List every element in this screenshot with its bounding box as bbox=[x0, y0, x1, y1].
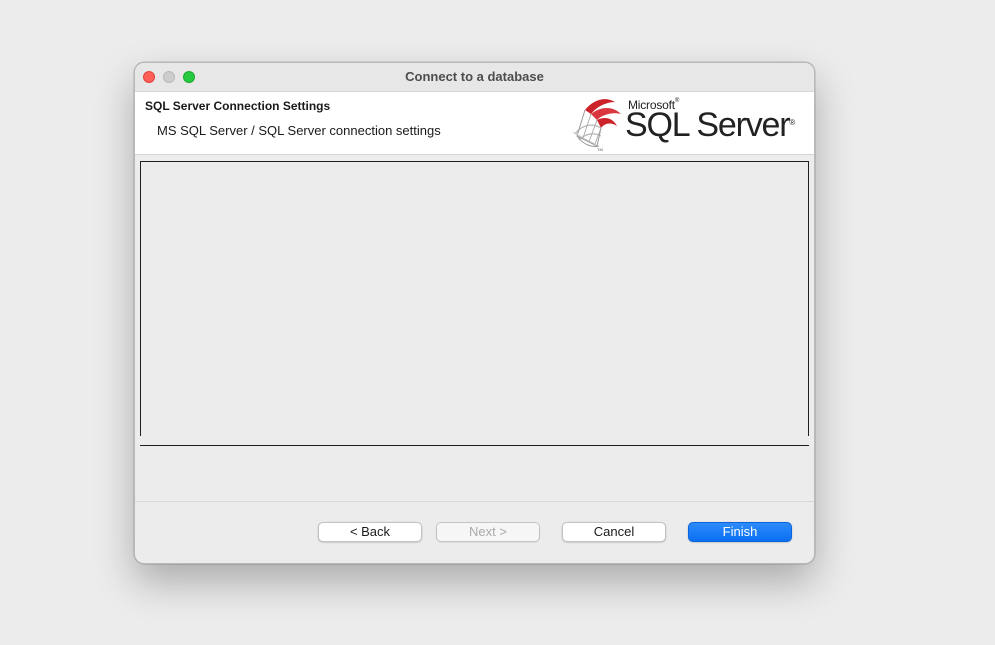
window-title: Connect to a database bbox=[405, 69, 544, 84]
maximize-window-button[interactable] bbox=[183, 71, 195, 83]
header-title: SQL Server Connection Settings bbox=[145, 99, 331, 113]
wizard-header-panel: SQL Server Connection Settings MS SQL Se… bbox=[135, 92, 814, 155]
sql-server-logo-icon: TM bbox=[572, 99, 621, 152]
next-button[interactable]: Next > bbox=[436, 522, 540, 542]
connection-settings-panel bbox=[140, 161, 809, 436]
finish-button[interactable]: Finish bbox=[688, 522, 792, 542]
logo-product-text: SQL Server® bbox=[625, 106, 796, 144]
footer-divider bbox=[135, 501, 814, 502]
back-button[interactable]: < Back bbox=[318, 522, 422, 542]
header-subtitle: MS SQL Server / SQL Server connection se… bbox=[157, 123, 441, 138]
title-bar[interactable]: Connect to a database bbox=[135, 63, 814, 92]
content-separator bbox=[140, 445, 809, 446]
sql-server-logo: TM Microsoft® SQL Server® bbox=[571, 92, 801, 152]
close-window-button[interactable] bbox=[143, 71, 155, 83]
cancel-button[interactable]: Cancel bbox=[562, 522, 666, 542]
minimize-window-button[interactable] bbox=[163, 71, 175, 83]
svg-text:TM: TM bbox=[597, 147, 603, 152]
connect-dialog-window: Connect to a database SQL Server Connect… bbox=[134, 62, 815, 564]
